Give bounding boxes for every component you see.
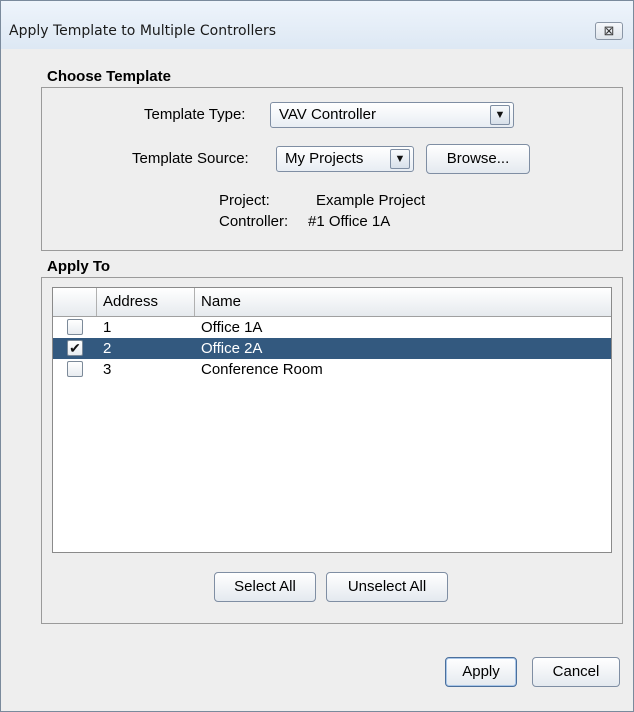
template-source-dropdown[interactable]: My Projects ▼ (276, 146, 414, 172)
unselect-all-button[interactable]: Unselect All (326, 572, 448, 602)
project-label: Project: (219, 192, 270, 209)
row-name: Office 1A (201, 319, 263, 336)
apply-button[interactable]: Apply (445, 657, 517, 687)
select-all-button[interactable]: Select All (214, 572, 316, 602)
close-button[interactable]: ⊠ (595, 22, 623, 40)
apply-to-group: Address Name 1 Office 1A ✔ 2 Office 2A 3 Confe… (41, 277, 623, 624)
row-address: 1 (103, 319, 112, 336)
controllers-table: Address Name 1 Office 1A ✔ 2 Office 2A 3 Confe… (52, 287, 612, 553)
dialog-window: Apply Template to Multiple Controllers ⊠… (0, 0, 634, 712)
apply-to-heading: Apply To (47, 258, 111, 275)
template-type-dropdown[interactable]: VAV Controller ▼ (270, 102, 514, 128)
table-row[interactable]: 3 Conference Room (53, 359, 611, 380)
choose-template-group: Template Type: VAV Controller ▼ Template… (41, 87, 623, 251)
row-name: Office 2A (201, 340, 263, 357)
table-row[interactable]: ✔ 2 Office 2A (53, 338, 611, 359)
column-header-check[interactable] (53, 288, 97, 316)
controller-value: #1 Office 1A (308, 213, 391, 230)
row-name: Conference Room (201, 361, 323, 378)
row-address: 3 (103, 361, 112, 378)
close-icon: ⊠ (603, 23, 615, 38)
cancel-button[interactable]: Cancel (532, 657, 620, 687)
row-checkbox[interactable] (67, 361, 83, 377)
browse-button[interactable]: Browse... (426, 144, 530, 174)
template-source-label: Template Source: (132, 150, 249, 167)
row-address: 2 (103, 340, 112, 357)
column-header-name[interactable]: Name (195, 288, 611, 316)
window-title: Apply Template to Multiple Controllers (9, 23, 277, 39)
chevron-down-icon[interactable]: ▼ (390, 149, 410, 169)
choose-template-heading: Choose Template (47, 68, 171, 85)
project-value: Example Project (316, 192, 426, 209)
template-source-value: My Projects (285, 150, 364, 167)
title-bar: Apply Template to Multiple Controllers ⊠ (1, 1, 633, 49)
table-header: Address Name (53, 288, 611, 317)
column-header-address[interactable]: Address (97, 288, 195, 316)
table-row[interactable]: 1 Office 1A (53, 317, 611, 338)
row-checkbox[interactable] (67, 319, 83, 335)
chevron-down-icon[interactable]: ▼ (490, 105, 510, 125)
check-icon: ✔ (69, 340, 81, 356)
template-type-value: VAV Controller (279, 106, 376, 123)
controller-label: Controller: (219, 213, 289, 230)
row-checkbox[interactable]: ✔ (67, 340, 83, 356)
template-type-label: Template Type: (144, 106, 246, 123)
